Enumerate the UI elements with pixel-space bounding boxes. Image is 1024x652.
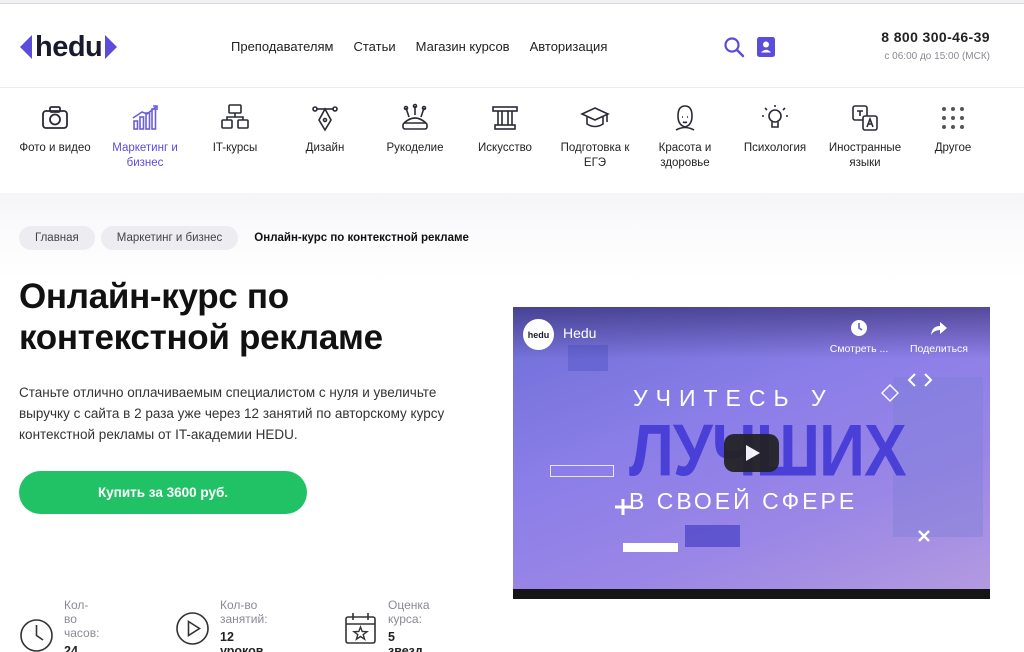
code-brackets-icon [907,373,933,387]
watch-later-label: Смотреть ... [829,343,889,355]
share-button[interactable]: Поделиться [907,319,971,355]
nav-articles[interactable]: Статьи [353,39,395,54]
category-label: IT-курсы [212,142,258,154]
pincushion-icon [402,103,428,130]
category-label: Подготовка к ЕГЭ [560,142,630,169]
category-bar: Фото и видео Маркетинг и бизнес IT-курсы… [0,89,1024,193]
stat-value: 5 звезд [388,630,423,652]
category-psychology[interactable]: Психология [730,103,820,156]
category-other[interactable]: Другое [908,103,998,156]
watch-later-button[interactable]: Смотреть ... [827,319,891,355]
lightbulb-icon [762,105,788,128]
category-label: Красота и здоровье [658,142,712,169]
breadcrumb-current: Онлайн-курс по контекстной рекламе [254,232,469,244]
logo-right-chevron-icon [105,35,118,59]
site-header: hedu Преподавателям Статьи Магазин курсо… [0,4,1024,88]
category-photo-video[interactable]: Фото и видео [10,103,100,156]
category-it[interactable]: IT-курсы [190,103,280,156]
stat-key: Оценка курса: [388,598,430,626]
clock-icon [20,618,53,652]
share-arrow-icon [931,322,947,335]
stat-lessons: Кол-во занятий: 12 уроков [175,598,268,652]
category-label: Рукоделие [386,142,444,154]
nav-course-shop[interactable]: Магазин курсов [416,39,510,54]
user-card-icon[interactable] [757,37,775,57]
column-icon [492,106,518,130]
category-label: Психология [743,142,807,154]
main-nav: Преподавателям Статьи Магазин курсов Авт… [231,39,607,54]
graduation-cap-icon [580,107,610,128]
category-label: Другое [934,142,972,154]
stat-value: 24 часа [64,644,78,652]
phone-number[interactable]: 8 800 300-46-39 [881,29,990,45]
category-art[interactable]: Искусство [460,103,550,156]
play-circle-icon [176,611,209,645]
category-label: Маркетинг и бизнес [112,142,178,169]
camera-icon [42,106,68,129]
video-decoration [893,377,983,537]
working-hours: с 06:00 до 15:00 (МСК) [884,51,990,62]
buy-button[interactable]: Купить за 3600 руб. [19,471,307,514]
stat-key: Кол-во занятий: [220,598,268,626]
stat-hours: Кол-во часов: 24 часа [19,598,99,652]
cross-icon [918,530,930,542]
video-channel-name[interactable]: Hedu [563,325,596,341]
category-exam-prep[interactable]: Подготовка к ЕГЭ [550,103,640,171]
channel-avatar[interactable]: hedu [523,319,554,350]
category-label: Искусство [478,142,532,154]
breadcrumb: Главная Маркетинг и бизнес Онлайн-курс п… [19,226,485,250]
share-label: Поделиться [910,343,968,355]
category-marketing[interactable]: Маркетинг и бизнес [100,103,190,171]
face-icon [675,105,695,131]
contact-block: 8 800 300-46-39 с 06:00 до 15:00 (МСК) [881,29,990,62]
video-decoration [623,543,678,552]
stat-key: Кол-во часов: [64,598,100,640]
video-decoration [685,525,740,547]
network-icon [221,104,249,129]
search-icon[interactable] [723,36,745,58]
category-label: Фото и видео [19,142,91,154]
category-label: Иностранные языки [828,142,902,169]
calendar-star-icon [345,612,376,644]
pen-tool-icon [312,106,338,132]
stat-value: 12 уроков [220,630,264,652]
breadcrumb-category[interactable]: Маркетинг и бизнес [100,226,239,250]
course-description: Станьте отлично оплачиваемым специалисто… [19,385,445,442]
category-beauty[interactable]: Красота и здоровье [640,103,730,171]
page-title: Онлайн-курс по контекстной рекламе [19,277,383,357]
category-label: Дизайн [305,142,345,154]
clock-icon [851,320,867,336]
dots-grid-icon [942,107,964,129]
video-decoration [550,465,614,477]
translate-icon [852,105,878,131]
diamond-icon [881,384,899,402]
stat-rating: Оценка курса: 5 звезд [343,598,430,652]
video-player[interactable]: УЧИТЕСЬ У ЛУЧШИХ В СВОЕЙ СФЕРЕ hedu Hedu… [513,307,990,599]
nav-teachers[interactable]: Преподавателям [231,39,333,54]
category-design[interactable]: Дизайн [280,103,370,156]
bar-chart-icon [132,105,158,130]
play-button[interactable] [724,434,779,472]
video-text-line3: В СВОЕЙ СФЕРЕ [629,488,858,514]
plus-icon [615,499,631,515]
category-languages[interactable]: Иностранные языки [820,103,910,171]
breadcrumb-home[interactable]: Главная [19,226,95,250]
category-crafts[interactable]: Рукоделие [370,103,460,156]
logo-text: hedu [35,30,103,63]
logo-left-chevron-icon [20,35,32,59]
site-logo[interactable]: hedu [20,30,118,64]
nav-login[interactable]: Авторизация [530,39,608,54]
